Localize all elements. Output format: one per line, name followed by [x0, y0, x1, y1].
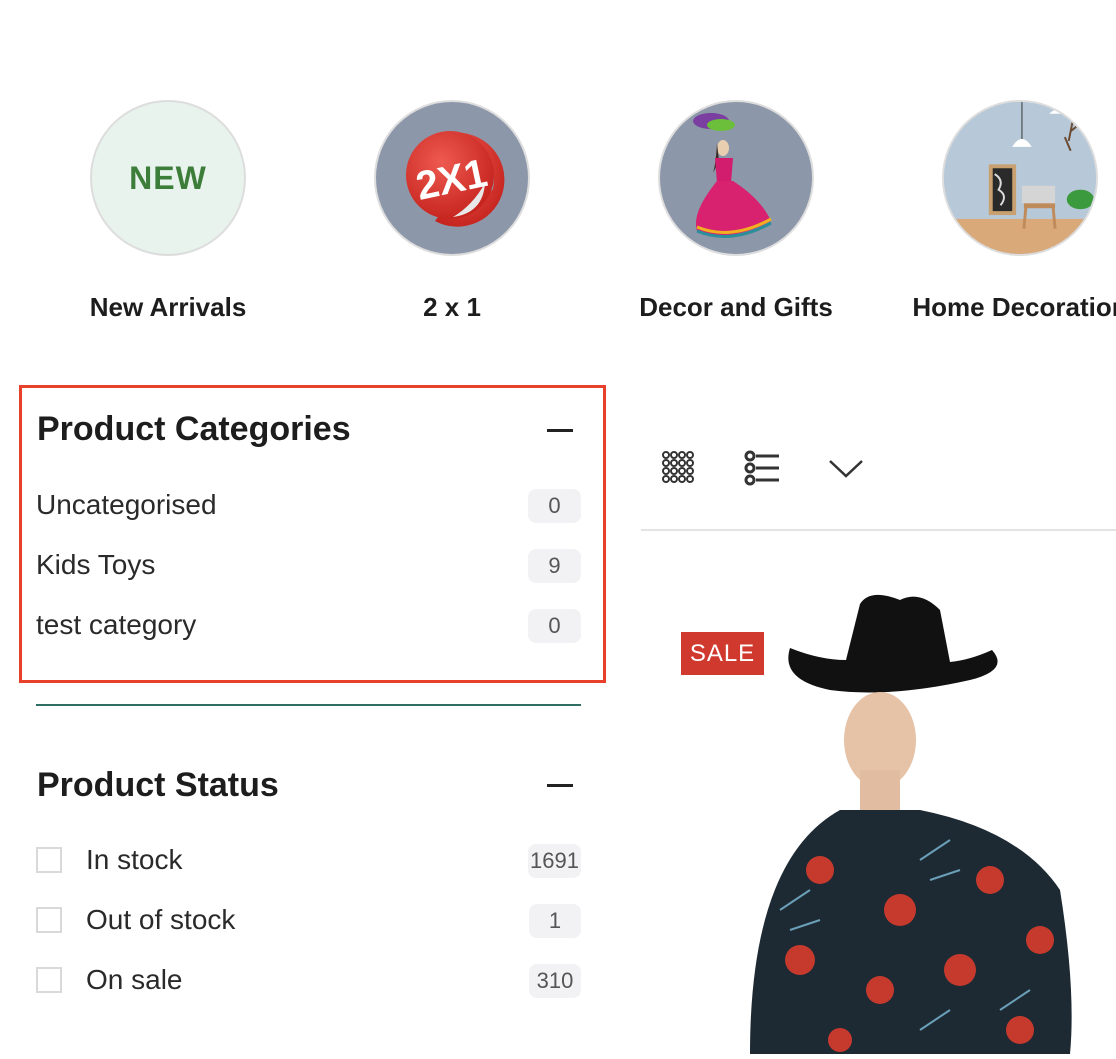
category-home-decoration[interactable]: Home Decoration [900, 100, 1116, 323]
category-item[interactable]: Uncategorised 0 [36, 487, 581, 523]
category-count: 0 [528, 609, 581, 643]
status-name[interactable]: On sale [86, 962, 183, 998]
category-count: 9 [528, 549, 581, 583]
sort-dropdown-button[interactable] [826, 448, 866, 488]
sticker-2x1-icon: 2X1 [406, 131, 505, 227]
sale-badge: SALE [681, 632, 764, 675]
doll-image [693, 113, 772, 238]
decor-gifts-thumbnail[interactable] [658, 100, 814, 256]
category-item[interactable]: Kids Toys 9 [36, 547, 581, 583]
status-item[interactable]: Out of stock 1 [36, 902, 581, 938]
status-count: 310 [529, 964, 581, 998]
category-label[interactable]: New Arrivals [48, 292, 288, 323]
category-decor-and-gifts[interactable]: Decor and Gifts [616, 100, 856, 323]
room-image [944, 102, 1096, 254]
status-count: 1691 [528, 844, 581, 878]
list-view-button[interactable] [743, 448, 783, 488]
grid-view-button[interactable] [659, 448, 699, 488]
category-label[interactable]: Decor and Gifts [616, 292, 856, 323]
status-name[interactable]: In stock [86, 842, 182, 878]
product-status-title: Product Status [37, 766, 279, 804]
status-count: 1 [529, 904, 581, 938]
minus-icon[interactable] [547, 429, 573, 432]
category-new-arrivals[interactable]: NEW New Arrivals [48, 100, 288, 323]
category-2x1[interactable]: 2X1 2 x 1 [332, 100, 572, 323]
man-cowboy-hat-floral-shirt [750, 594, 1072, 1054]
category-name[interactable]: test category [36, 607, 196, 643]
status-checkbox[interactable] [36, 847, 62, 873]
new-badge-icon: NEW [129, 159, 207, 196]
home-decoration-thumbnail[interactable] [942, 100, 1098, 256]
category-item[interactable]: test category 0 [36, 607, 581, 643]
category-label[interactable]: Home Decoration [900, 292, 1116, 323]
status-checkbox[interactable] [36, 907, 62, 933]
category-name[interactable]: Kids Toys [36, 547, 155, 583]
new-arrivals-thumbnail[interactable]: NEW [90, 100, 246, 256]
status-item[interactable]: On sale 310 [36, 962, 581, 998]
category-count: 0 [528, 489, 581, 523]
2x1-thumbnail[interactable]: 2X1 [374, 100, 530, 256]
category-name[interactable]: Uncategorised [36, 487, 217, 523]
status-name[interactable]: Out of stock [86, 902, 235, 938]
chevron-down-icon [829, 460, 863, 478]
product-image[interactable] [720, 590, 1116, 1054]
minus-icon[interactable] [547, 784, 573, 787]
category-label[interactable]: 2 x 1 [332, 292, 572, 323]
grid-view-icon [662, 451, 694, 483]
section-divider [36, 704, 581, 706]
category-carousel: NEW New Arrivals 2X1 2 x 1 Decor and Gif… [0, 0, 1116, 340]
product-categories-title: Product Categories [37, 410, 351, 448]
status-checkbox[interactable] [36, 967, 62, 993]
status-item[interactable]: In stock 1691 [36, 842, 581, 878]
toolbar-divider [641, 529, 1116, 531]
list-view-icon [744, 450, 779, 486]
